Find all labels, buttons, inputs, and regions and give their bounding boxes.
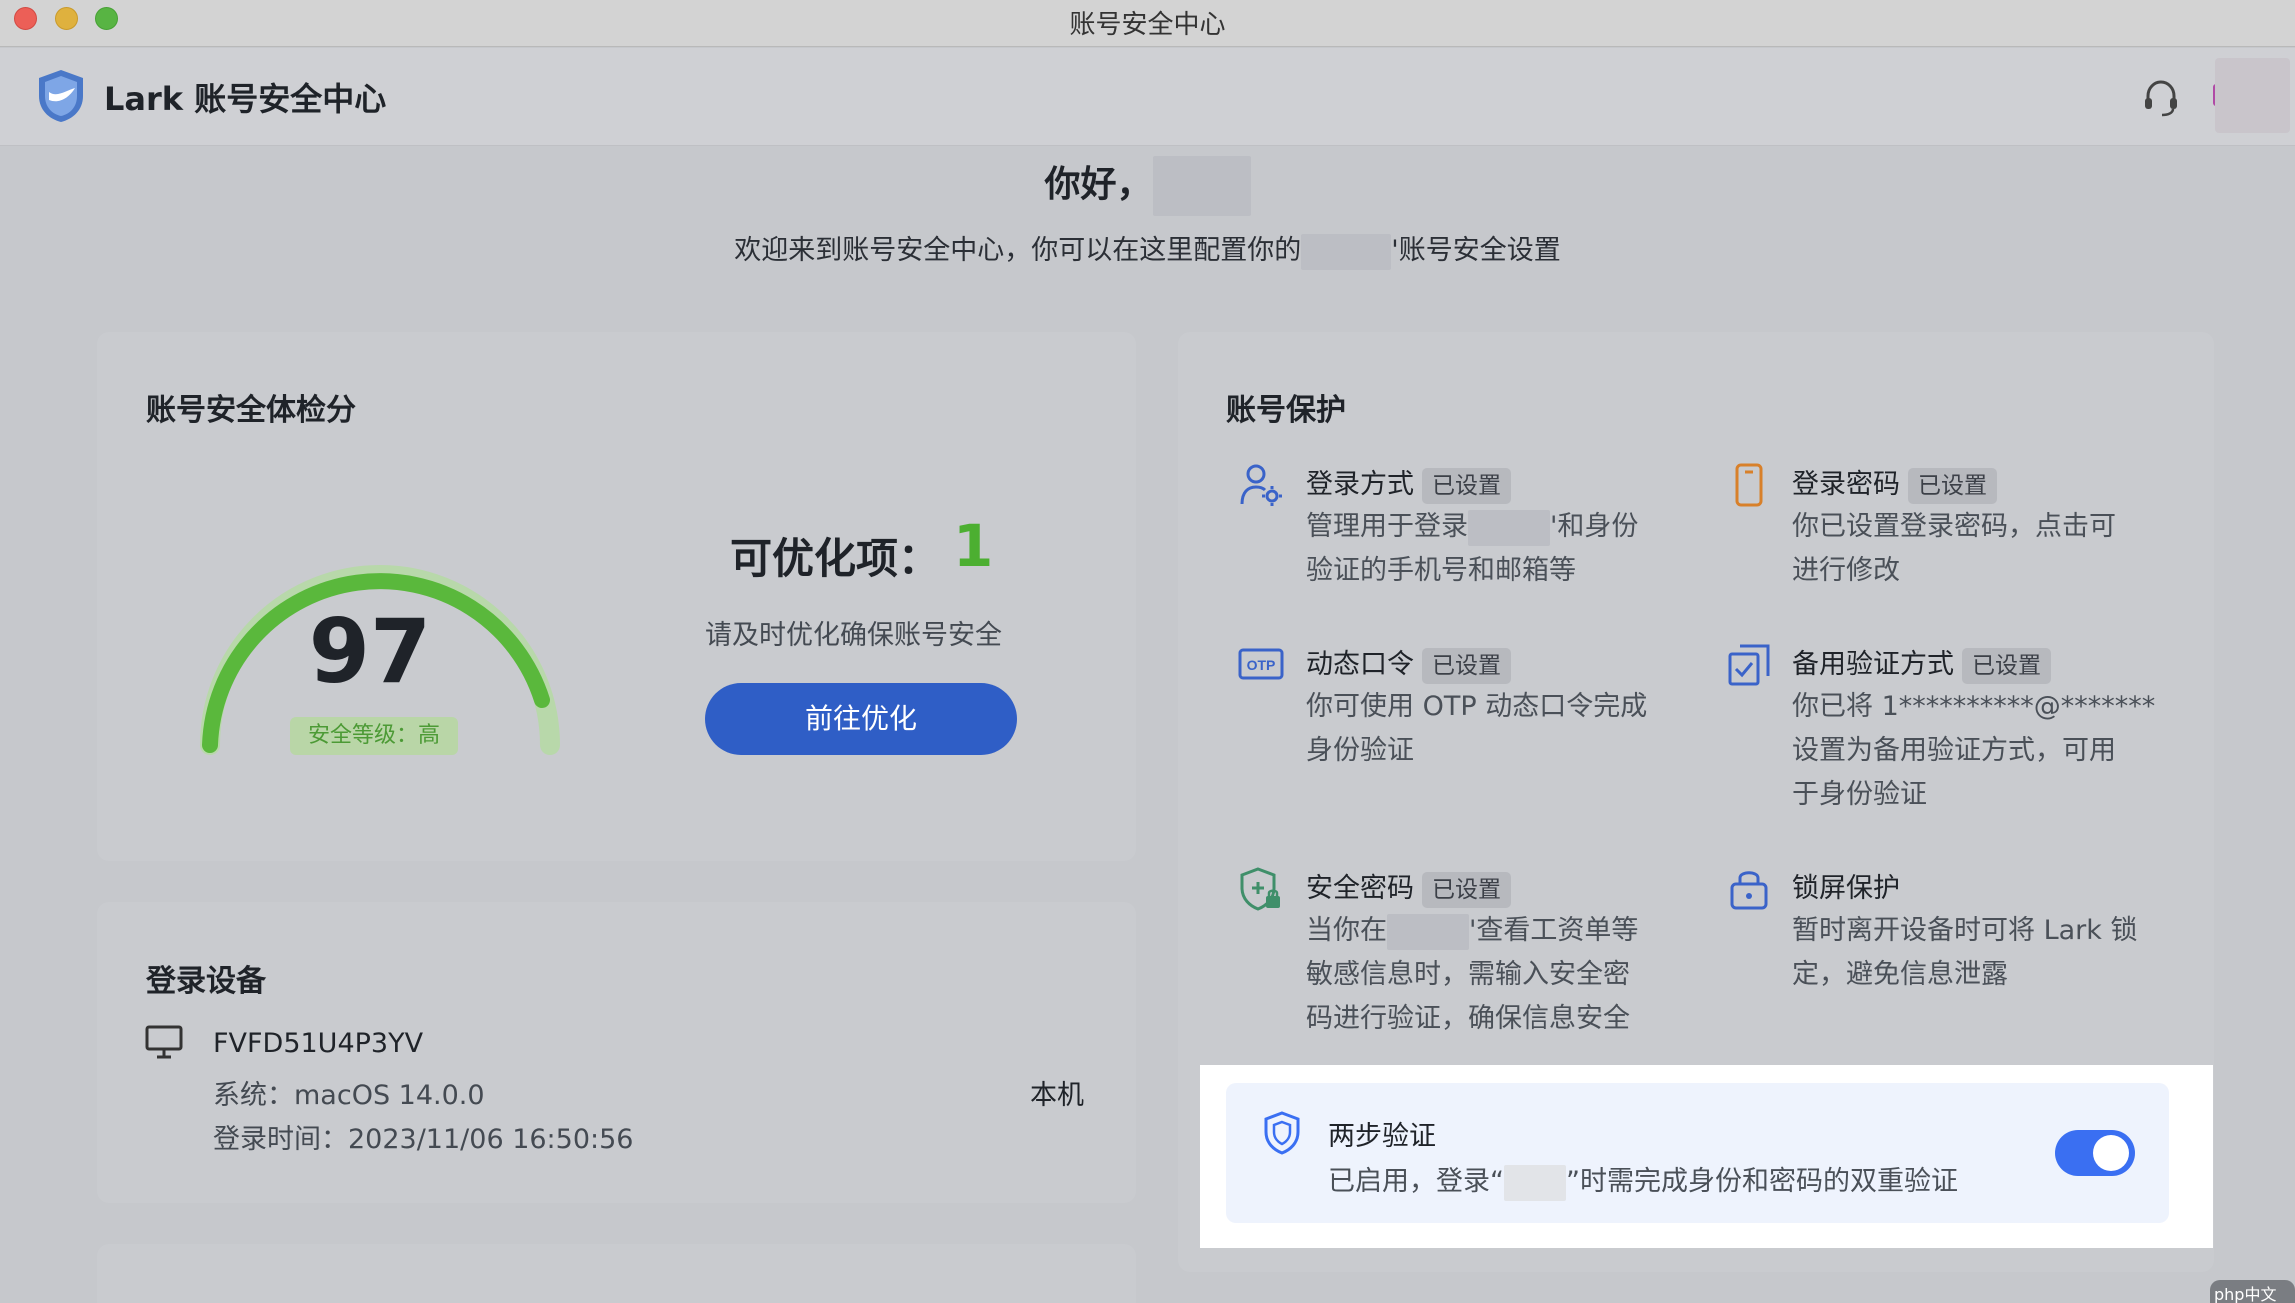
screen-lock-desc-line2: 定，避免信息泄露 (1792, 959, 2008, 990)
two-step-desc-prefix: 已启用，登录“ (1328, 1166, 1504, 1197)
greeting-text: 你好， (1044, 164, 1153, 205)
backup-verification-desc: 你已将 1**********@******* 设置为备用验证方式，可用 于身份验证 (1792, 685, 2192, 817)
security-password-desc: 当你在 '查看工资单等敏感信息时，需输入安全密 码进行验证，确保信息安全 (1306, 909, 1706, 1041)
optimize-label: 可优化项： (730, 534, 941, 583)
window-title: 账号安全中心 (1069, 10, 1226, 40)
login-method-status-badge: 已设置 (1422, 467, 1511, 504)
two-step-title: 两步验证 (1328, 1121, 1436, 1152)
otp-desc-line1: 你可使用 OTP 动态口令完成 (1306, 691, 1648, 722)
redacted-app-name-3 (1504, 1164, 1566, 1201)
avatar[interactable] (2215, 58, 2290, 133)
redacted-org (1301, 233, 1392, 270)
login-password-status-badge: 已设置 (1908, 467, 1997, 504)
device-login-time: 登录时间：2023/11/06 16:50:56 (213, 1124, 634, 1155)
login-password-desc: 你已设置登录密码，点击可 进行修改 (1792, 505, 2172, 593)
score-card-title: 账号安全体检分 (146, 393, 356, 428)
login-password-desc-line2: 进行修改 (1792, 555, 1900, 586)
optimize-hint: 请及时优化确保账号安全 (705, 620, 1002, 651)
security-password-desc-line2: 敏感信息时，需输入安全密 (1306, 959, 1630, 990)
subtitle-prefix: 欢迎来到账号安全中心，你可以在这里配置你的 (734, 235, 1302, 266)
otp-desc-line2: 身份验证 (1306, 735, 1414, 766)
app-header: Lark 账号安全中心 (0, 48, 2295, 146)
screen-lock-desc-line1: 暂时离开设备时可将 Lark 锁 (1792, 915, 2138, 946)
screen-lock-label: 锁屏保护 (1792, 873, 1900, 904)
backup-verification-desc-line1: 你已将 1**********@******* (1792, 691, 2156, 722)
otp-label: 动态口令 (1306, 649, 1414, 680)
svg-text:OTP: OTP (1247, 657, 1276, 673)
backup-verification-desc-line2: 设置为备用验证方式，可用 (1792, 735, 2116, 766)
backup-verification-label: 备用验证方式 (1792, 649, 1954, 680)
login-password-title: 登录密码 已设置 (1792, 462, 1997, 504)
two-step-toggle-knob[interactable] (2093, 1135, 2129, 1171)
devices-card-title: 登录设备 (146, 964, 266, 999)
security-password-desc-line1b: '查看工资单等 (1469, 915, 1639, 946)
security-password-label: 安全密码 (1306, 873, 1414, 904)
current-device-label: 本机 (1030, 1080, 1084, 1111)
optimize-count: 1 (953, 512, 994, 580)
screen-lock-title: 锁屏保护 (1792, 866, 1900, 905)
security-password-title: 安全密码 已设置 (1306, 866, 1511, 908)
device-system: 系统：macOS 14.0.0 (213, 1080, 485, 1111)
backup-verification-title: 备用验证方式 已设置 (1792, 642, 2051, 684)
user-settings-icon (1240, 464, 1282, 506)
two-step-verification-row[interactable] (1226, 1083, 2169, 1223)
security-password-desc-line1a: 当你在 (1306, 915, 1387, 946)
redacted-app-name-2 (1387, 913, 1469, 950)
login-method-desc-line2: 验证的手机号和邮箱等 (1306, 555, 1576, 586)
security-password-status-badge: 已设置 (1422, 871, 1511, 908)
headset-icon[interactable] (2140, 76, 2182, 118)
title-bar: 账号安全中心 (0, 0, 2295, 47)
login-method-desc: 管理用于登录 '和身份验证的手机号和邮箱等 (1306, 505, 1686, 593)
otp-icon: OTP (1238, 648, 1284, 680)
security-level-badge: 安全等级：高 (290, 717, 458, 755)
third-card (97, 1244, 1136, 1303)
otp-status-badge: 已设置 (1422, 647, 1511, 684)
otp-title: 动态口令 已设置 (1306, 642, 1511, 684)
brand-title: Lark 账号安全中心 (104, 80, 387, 118)
shield-lock-icon (1240, 867, 1280, 911)
protection-card-title: 账号保护 (1226, 393, 1346, 428)
login-method-desc-line1a: 管理用于登录 (1306, 511, 1468, 542)
lock-icon (1730, 871, 1768, 910)
shield-logo-icon (39, 70, 83, 122)
greeting: 你好， (0, 155, 2295, 216)
login-password-desc-line1: 你已设置登录密码，点击可 (1792, 511, 2116, 542)
login-password-label: 登录密码 (1792, 469, 1900, 500)
two-step-desc: 已启用，登录“ ”时需完成身份和密码的双重验证 (1328, 1159, 1958, 1201)
phone-icon (1735, 463, 1763, 507)
monitor-icon (145, 1025, 183, 1059)
login-method-desc-line1b: '和身份 (1550, 511, 1639, 542)
backup-verification-desc-line3: 于身份验证 (1792, 779, 1927, 810)
two-step-desc-suffix: ”时需完成身份和密码的双重验证 (1566, 1166, 1958, 1197)
welcome-subtitle: 欢迎来到账号安全中心，你可以在这里配置你的 '账号安全设置 (0, 228, 2295, 270)
watermark: php中文网 (2210, 1280, 2295, 1303)
shield-icon (1264, 1111, 1300, 1155)
redacted-username (1152, 156, 1251, 216)
device-name: FVFD51U4P3YV (213, 1028, 424, 1059)
subtitle-suffix: '账号安全设置 (1391, 235, 1561, 266)
checkbox-copy-icon (1728, 644, 1770, 686)
screen-lock-desc: 暂时离开设备时可将 Lark 锁定，避免信息泄露 (1792, 909, 2192, 997)
login-method-title: 登录方式 已设置 (1306, 462, 1511, 504)
optimize-button[interactable]: 前往优化 (705, 683, 1017, 755)
login-method-label: 登录方式 (1306, 469, 1414, 500)
redacted-app-name (1468, 509, 1550, 546)
security-score: 97 (308, 600, 432, 703)
security-password-desc-line3: 码进行验证，确保信息安全 (1306, 1003, 1630, 1034)
otp-desc: 你可使用 OTP 动态口令完成 身份验证 (1306, 685, 1706, 773)
backup-verification-status-badge: 已设置 (1962, 647, 2051, 684)
